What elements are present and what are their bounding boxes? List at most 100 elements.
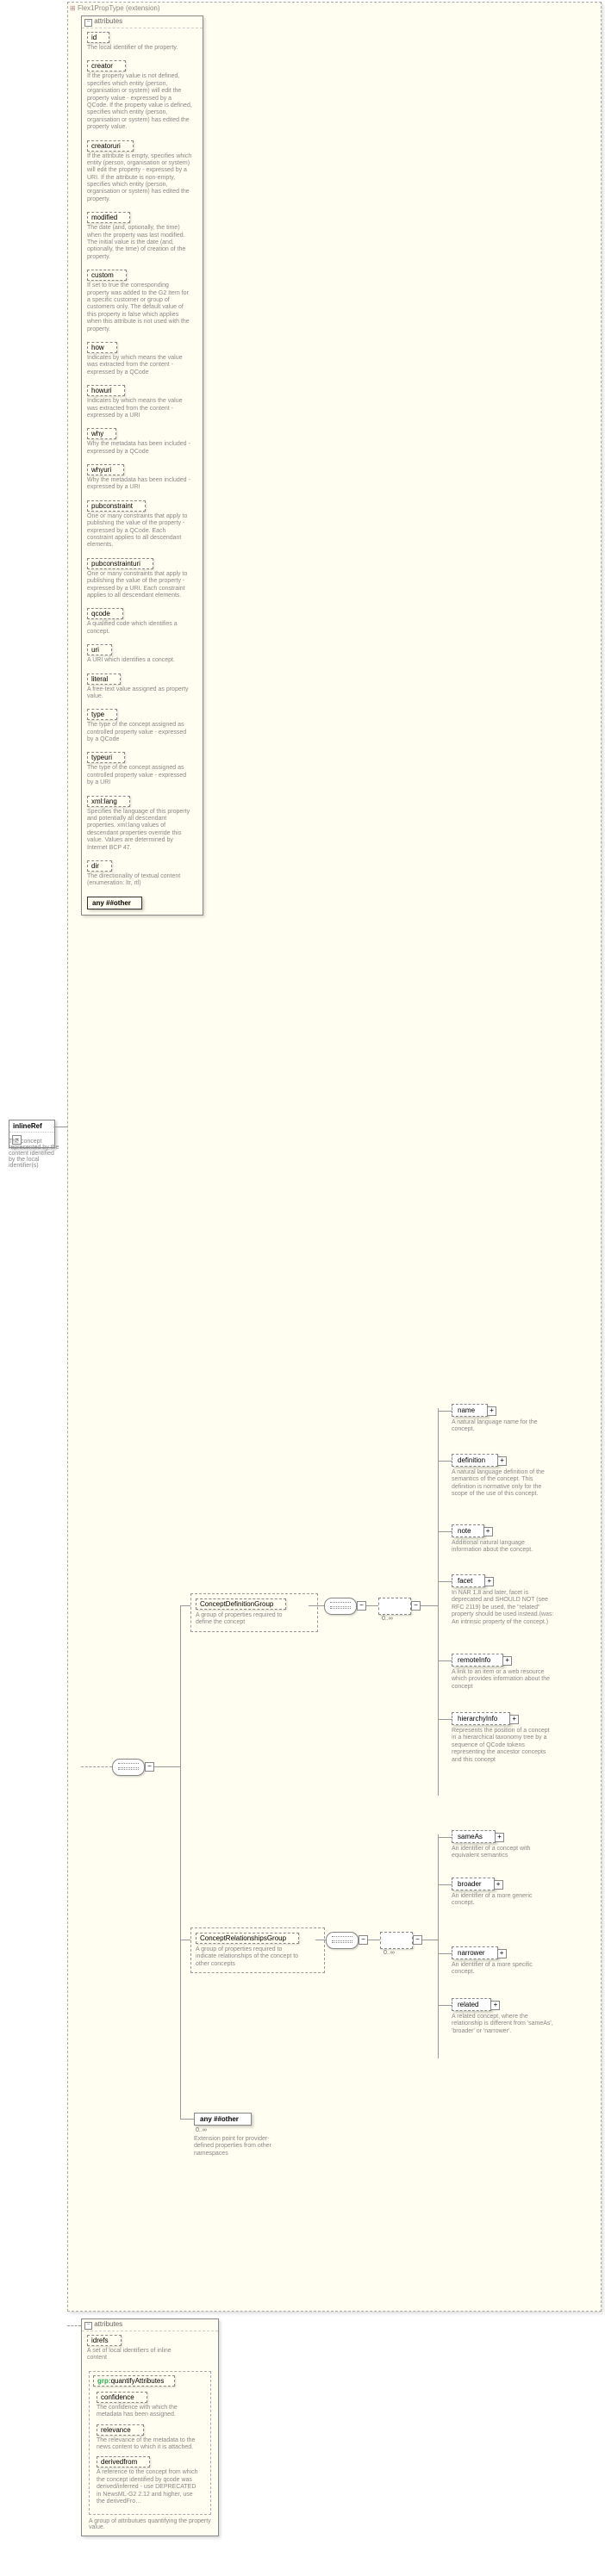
- quantify-attributes-group: grp:quantifyAttributes confidenceThe con…: [89, 2371, 211, 2516]
- group-label: ConceptDefinitionGroup: [196, 1598, 286, 1610]
- attr-item-relevance: relevanceThe relevance of the metadata t…: [97, 2424, 203, 2452]
- elem-note[interactable]: note+: [452, 1524, 484, 1537]
- elem-narrower[interactable]: narrower+: [452, 1946, 498, 1959]
- attr-name: why: [87, 428, 116, 439]
- attr-item-confidence: confidenceThe confidence with which the …: [97, 2392, 203, 2419]
- attr-desc: The date (and, optionally, the time) whe…: [87, 225, 192, 261]
- expand-minus-icon[interactable]: −: [357, 1601, 366, 1611]
- attr-desc: One or many constraints that apply to pu…: [87, 571, 192, 600]
- sequence-connector: [324, 1598, 357, 1615]
- attr-desc: A free-text value assigned as property v…: [87, 686, 192, 701]
- expand-minus-icon[interactable]: −: [145, 1762, 154, 1772]
- diagram-root: inlineRef − The concept represented by t…: [0, 0, 605, 2576]
- choice-connector: [378, 1598, 411, 1615]
- attr-item-modified: modified The date (and, optionally, the t…: [87, 212, 197, 261]
- expand-plus-icon[interactable]: +: [497, 1456, 507, 1466]
- attr-name: typeuri: [87, 752, 125, 763]
- elem-desc: An identifier of a more generic concept.: [452, 1893, 553, 1908]
- occurrence-label: 0..∞: [382, 1616, 393, 1622]
- group-desc: A group of properties required to define…: [196, 1612, 299, 1627]
- expand-plus-icon[interactable]: +: [490, 2001, 500, 2010]
- attr-name: whyuri: [87, 464, 124, 475]
- elem-name[interactable]: name+: [452, 1404, 488, 1417]
- expand-minus-icon[interactable]: −: [413, 1935, 422, 1945]
- attr-desc: If the property value is not defined, sp…: [87, 73, 192, 131]
- connector-line: [438, 1837, 452, 1838]
- attr-name: pubconstrainturi: [87, 558, 153, 569]
- attr-desc: A URI which identifies a concept.: [87, 657, 192, 664]
- attr-desc: The directionality of textual content (e…: [87, 873, 192, 888]
- expand-plus-icon[interactable]: +: [502, 1656, 512, 1666]
- bottom-panel-head[interactable]: − attributes: [82, 2319, 218, 2331]
- quantify-group-desc: A group of attributues quantifying the p…: [89, 2518, 211, 2530]
- expand-plus-icon[interactable]: +: [495, 1833, 504, 1842]
- attr-name: creator: [87, 60, 126, 71]
- connector-line: [438, 2005, 452, 2006]
- attr-name: literal: [87, 673, 121, 685]
- attr-name: type: [87, 709, 117, 720]
- expand-minus-icon[interactable]: −: [84, 19, 92, 27]
- connector-line: [67, 2325, 81, 2326]
- attr-desc: A qualified code which identifies a conc…: [87, 621, 192, 636]
- attributes-panel-head[interactable]: − attributes: [82, 16, 203, 28]
- bottom-attributes-label: attributes: [94, 2320, 122, 2328]
- connector-line: [81, 1766, 112, 1767]
- connector-line: [438, 1660, 452, 1661]
- elem-desc: A related concept, where the relationshi…: [452, 2014, 553, 2035]
- attr-desc: One or many constraints that apply to pu…: [87, 513, 192, 549]
- attr-desc: Why the metadata has been included - exp…: [87, 441, 192, 456]
- elem-related[interactable]: related+: [452, 1998, 491, 2011]
- any-element: any ##other: [194, 2113, 252, 2126]
- connector-line: [366, 1605, 378, 1606]
- expand-plus-icon[interactable]: +: [487, 1406, 496, 1416]
- attr-item-literal: literalA free-text value assigned as pro…: [87, 673, 197, 701]
- elem-desc: A link to an item or a web resource whic…: [452, 1669, 555, 1691]
- group-prefix: grp:: [97, 2377, 111, 2385]
- sequence-connector: [112, 1759, 145, 1776]
- elem-facet[interactable]: facet+: [452, 1574, 485, 1587]
- expand-minus-icon[interactable]: −: [411, 1601, 421, 1611]
- elem-desc: Additional natural language information …: [452, 1540, 555, 1555]
- attr-name: how: [87, 342, 117, 353]
- attr-name: howuri: [87, 385, 125, 396]
- any-element-label: any ##other: [200, 2115, 239, 2123]
- connector-line: [438, 1953, 452, 1954]
- connector-line: [180, 1605, 181, 2119]
- attr-name: id: [87, 32, 109, 43]
- attr-item-qcode: qcode A qualified code which identifies a…: [87, 608, 197, 636]
- attr-desc: Why the metadata has been included - exp…: [87, 477, 192, 492]
- attr-item-type: typeThe type of the concept assigned as …: [87, 709, 197, 743]
- elem-remoteInfo[interactable]: remoteInfo+: [452, 1654, 503, 1667]
- attr-item-dir: dirThe directionality of textual content…: [87, 860, 197, 888]
- expand-plus-icon[interactable]: +: [509, 1715, 519, 1724]
- connector-line: [438, 1581, 452, 1582]
- any-element-desc: Extension point for provider-defined pro…: [194, 2136, 289, 2157]
- attr-name: pubconstraint: [87, 500, 146, 512]
- attr-name: uri: [87, 644, 112, 655]
- attr-desc: The type of the concept assigned as cont…: [87, 765, 192, 786]
- connector-line: [180, 2119, 194, 2120]
- elem-sameAs[interactable]: sameAs+: [452, 1830, 496, 1843]
- expand-plus-icon[interactable]: +: [484, 1577, 494, 1586]
- elem-hierarchyInfo[interactable]: hierarchyInfo+: [452, 1712, 510, 1725]
- elem-desc: A natural language name for the concept.: [452, 1419, 555, 1434]
- connector-line: [421, 1605, 438, 1606]
- expand-minus-icon[interactable]: −: [359, 1935, 368, 1945]
- expand-minus-icon[interactable]: −: [84, 2322, 92, 2330]
- attributes-panel: − attributes idThe local identifier of t…: [81, 16, 203, 916]
- elem-definition[interactable]: definition+: [452, 1454, 498, 1467]
- attr-name: qcode: [87, 608, 123, 619]
- expand-plus-icon[interactable]: +: [494, 1880, 503, 1890]
- attr-item-typeuri: typeuri The type of the concept assigned …: [87, 752, 197, 786]
- attr-desc: If set to true the corresponding propert…: [87, 282, 192, 333]
- attr-name: modified: [87, 212, 130, 223]
- attr-item-whyuri: whyuri Why the metadata has been included…: [87, 464, 197, 492]
- elem-broader[interactable]: broader+: [452, 1878, 495, 1890]
- nested-group-label: grp:quantifyAttributes: [93, 2375, 175, 2387]
- expand-plus-icon[interactable]: +: [483, 1527, 493, 1536]
- occurrence-label: 0..∞: [384, 1950, 395, 1956]
- attr-item-creatoruri: creatoruriIf the attribute is empty, spe…: [87, 140, 197, 204]
- expand-plus-icon[interactable]: +: [497, 1949, 507, 1958]
- extension-label-text: Flex1PropType (extension): [78, 4, 160, 12]
- attr-item-howuri: howuriIndicates by which means the value…: [87, 385, 197, 419]
